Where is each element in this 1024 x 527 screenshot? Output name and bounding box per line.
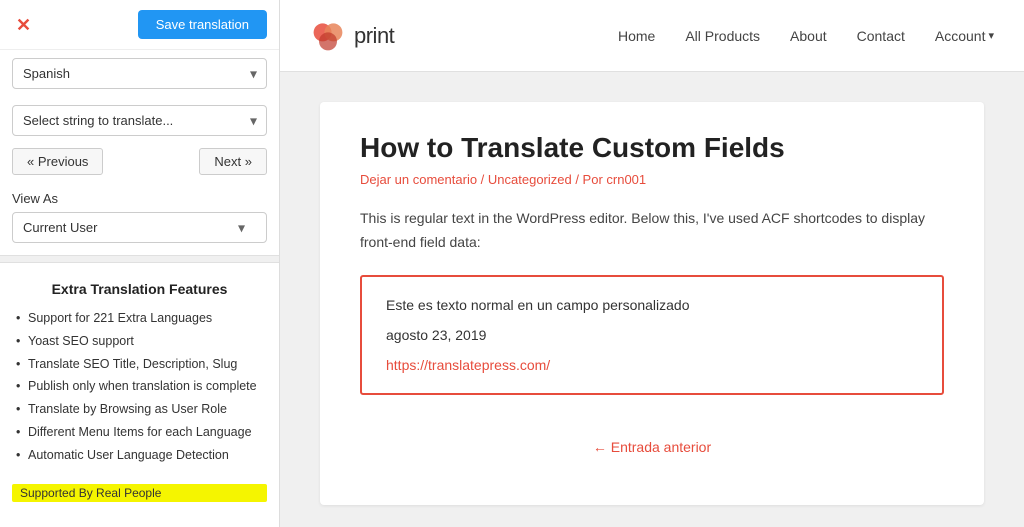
nav-about[interactable]: About [790, 28, 827, 44]
language-select[interactable]: Spanish French German [12, 58, 267, 89]
view-as-label: View As [12, 191, 267, 206]
prev-post-nav: ← Entrada anterior [360, 419, 944, 475]
save-translation-button[interactable]: Save translation [138, 10, 267, 39]
translated-link[interactable]: https://translatepress.com/ [386, 357, 550, 373]
nav-account[interactable]: Account ▾ [935, 28, 994, 44]
translation-panel: ✕ Save translation Spanish French German… [0, 0, 280, 527]
language-select-wrapper: Spanish French German [0, 50, 279, 97]
nav-buttons-group: « Previous Next » [0, 144, 279, 183]
article-card: How to Translate Custom Fields Dejar un … [320, 102, 984, 505]
nav-contact[interactable]: Contact [857, 28, 905, 44]
translated-content-box: Este es texto normal en un campo persona… [360, 275, 944, 395]
article-title: How to Translate Custom Fields [360, 132, 944, 164]
string-select-wrapper: Select string to translate... [0, 97, 279, 144]
panel-divider [0, 255, 279, 263]
next-button[interactable]: Next » [199, 148, 267, 175]
list-item: Translate SEO Title, Description, Slug [14, 353, 265, 376]
features-list: Support for 221 Extra Languages Yoast SE… [14, 307, 265, 466]
list-item: Yoast SEO support [14, 330, 265, 353]
list-item: Different Menu Items for each Language [14, 421, 265, 444]
chevron-down-icon: ▾ [988, 29, 994, 42]
nav-links: Home All Products About Contact Account … [618, 28, 994, 44]
nav-account-label: Account [935, 28, 986, 44]
logo-area: print [310, 18, 394, 54]
logo-icon [310, 18, 346, 54]
list-item: Publish only when translation is complet… [14, 375, 265, 398]
current-user-select-wrapper: Current User Subscriber Administrator [12, 212, 267, 243]
close-button[interactable]: ✕ [12, 16, 35, 34]
article-meta: Dejar un comentario / Uncategorized / Po… [360, 172, 944, 187]
prev-post-link[interactable]: ← Entrada anterior [593, 439, 711, 455]
list-item: Automatic User Language Detection [14, 444, 265, 467]
supported-badge: Supported By Real People [12, 484, 267, 502]
extra-features-title: Extra Translation Features [14, 281, 265, 297]
logo-text: print [354, 23, 394, 49]
previous-button[interactable]: « Previous [12, 148, 103, 175]
extra-features-section: Extra Translation Features Support for 2… [0, 271, 279, 476]
current-user-select[interactable]: Current User Subscriber Administrator [12, 212, 267, 243]
panel-top-bar: ✕ Save translation [0, 0, 279, 50]
translated-date: agosto 23, 2019 [386, 327, 918, 343]
page-main-content: How to Translate Custom Fields Dejar un … [280, 72, 1024, 527]
string-select[interactable]: Select string to translate... [12, 105, 267, 136]
top-navigation: print Home All Products About Contact Ac… [280, 0, 1024, 72]
translated-text: Este es texto normal en un campo persona… [386, 297, 918, 313]
list-item: Translate by Browsing as User Role [14, 398, 265, 421]
main-content-area: print Home All Products About Contact Ac… [280, 0, 1024, 527]
nav-all-products[interactable]: All Products [685, 28, 760, 44]
article-intro: This is regular text in the WordPress ed… [360, 207, 944, 255]
list-item: Support for 221 Extra Languages [14, 307, 265, 330]
view-as-section: View As Current User Subscriber Administ… [0, 183, 279, 247]
nav-home[interactable]: Home [618, 28, 655, 44]
